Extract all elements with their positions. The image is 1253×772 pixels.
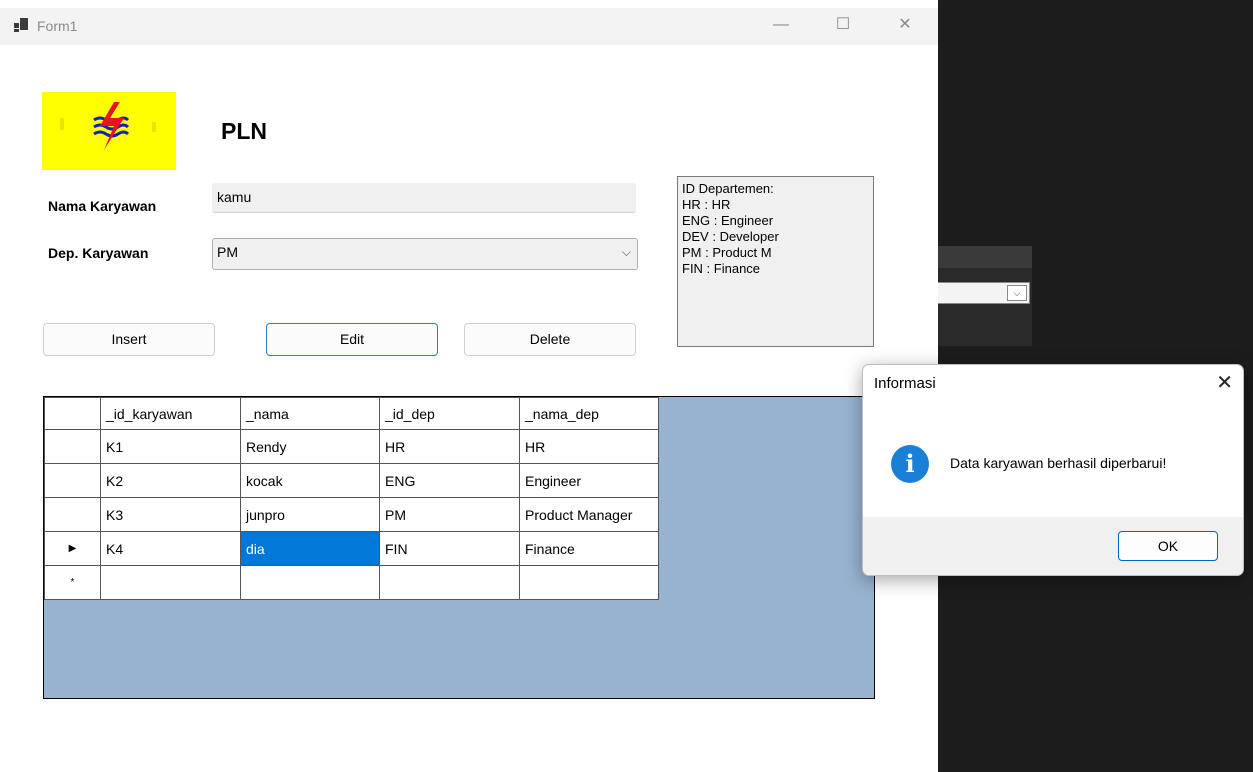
table-cell[interactable]: K4 xyxy=(100,531,241,566)
info-line: DEV : Developer xyxy=(682,229,779,244)
insert-button[interactable]: Insert xyxy=(43,323,215,356)
dialog-footer: OK xyxy=(863,517,1243,575)
table-cell-selected[interactable]: dia xyxy=(240,531,380,566)
window-title: Form1 xyxy=(37,18,78,34)
ok-button[interactable]: OK xyxy=(1118,531,1218,561)
maximize-button[interactable]: ☐ xyxy=(820,8,866,45)
dep-karyawan-select[interactable]: PM ⌵ xyxy=(212,238,638,270)
delete-button[interactable]: Delete xyxy=(464,323,636,356)
message-dialog: Informasi ✕ i Data karyawan berhasil dip… xyxy=(862,364,1244,576)
background-combobox: ⌵ xyxy=(930,282,1030,304)
nama-karyawan-input[interactable]: kamu xyxy=(212,183,636,213)
dialog-title: Informasi xyxy=(874,375,936,392)
karyawan-table: _id_karyawan _nama _id_dep _nama_dep K1 … xyxy=(44,397,659,600)
dep-karyawan-value: PM xyxy=(217,244,238,260)
info-line: FIN : Finance xyxy=(682,261,761,276)
app-icon xyxy=(14,18,28,32)
info-line: ID Departemen: xyxy=(682,181,774,196)
table-header-row: _id_karyawan _nama _id_dep _nama_dep xyxy=(44,397,659,430)
info-line: PM : Product M xyxy=(682,245,772,260)
column-header[interactable]: _id_karyawan xyxy=(100,397,241,430)
table-cell[interactable] xyxy=(519,565,659,600)
department-info-box: ID Departemen: HR : HR ENG : Engineer DE… xyxy=(677,176,874,347)
close-icon[interactable]: ✕ xyxy=(1216,370,1233,395)
page-title: PLN xyxy=(221,118,267,144)
chevron-down-icon: ⌵ xyxy=(1007,285,1027,301)
table-cell[interactable]: FIN xyxy=(379,531,520,566)
table-cell[interactable] xyxy=(240,565,380,600)
main-form-window: Form1 — ☐ ✕ PLN Nama Karyawan kamu Dep. … xyxy=(0,8,938,772)
table-cell[interactable]: HR xyxy=(519,429,659,464)
table-cell[interactable]: junpro xyxy=(240,497,380,532)
table-cell[interactable]: PM xyxy=(379,497,520,532)
column-header[interactable]: _nama_dep xyxy=(519,397,659,430)
column-header[interactable]: _id_dep xyxy=(379,397,520,430)
table-cell[interactable] xyxy=(100,565,241,600)
nama-karyawan-label: Nama Karyawan xyxy=(48,198,157,214)
table-row[interactable]: K1 Rendy HR HR xyxy=(44,429,659,464)
row-header[interactable] xyxy=(44,463,101,498)
table-cell[interactable]: Rendy xyxy=(240,429,380,464)
table-new-row[interactable]: * xyxy=(44,565,659,600)
info-line: HR : HR xyxy=(682,197,731,212)
table-cell[interactable]: K3 xyxy=(100,497,241,532)
row-header[interactable] xyxy=(44,497,101,532)
table-row[interactable]: K3 junpro PM Product Manager xyxy=(44,497,659,532)
dialog-message: Data karyawan berhasil diperbarui! xyxy=(950,455,1167,471)
row-header-corner[interactable] xyxy=(44,397,101,430)
pln-logo xyxy=(42,92,176,170)
column-header[interactable]: _nama xyxy=(240,397,380,430)
chevron-down-icon[interactable]: ⌵ xyxy=(622,245,631,260)
new-row-indicator-icon[interactable]: * xyxy=(44,565,101,600)
edit-button[interactable]: Edit xyxy=(266,323,438,356)
table-cell[interactable]: ENG xyxy=(379,463,520,498)
table-cell[interactable]: Product Manager xyxy=(519,497,659,532)
table-row[interactable]: K2 kocak ENG Engineer xyxy=(44,463,659,498)
close-button[interactable]: ✕ xyxy=(882,8,928,45)
table-cell[interactable]: kocak xyxy=(240,463,380,498)
table-cell[interactable]: K2 xyxy=(100,463,241,498)
current-row-indicator-icon[interactable]: ▶ xyxy=(44,531,101,566)
table-cell[interactable]: K1 xyxy=(100,429,241,464)
table-cell[interactable]: Finance xyxy=(519,531,659,566)
minimize-button[interactable]: — xyxy=(758,8,804,45)
info-icon: i xyxy=(891,445,929,483)
titlebar: Form1 — ☐ ✕ xyxy=(0,8,938,45)
table-row-current[interactable]: ▶ K4 dia FIN Finance xyxy=(44,531,659,566)
table-cell[interactable] xyxy=(379,565,520,600)
table-cell[interactable]: HR xyxy=(379,429,520,464)
info-line: ENG : Engineer xyxy=(682,213,774,228)
table-cell[interactable]: Engineer xyxy=(519,463,659,498)
dep-karyawan-label: Dep. Karyawan xyxy=(48,245,149,261)
row-header[interactable] xyxy=(44,429,101,464)
